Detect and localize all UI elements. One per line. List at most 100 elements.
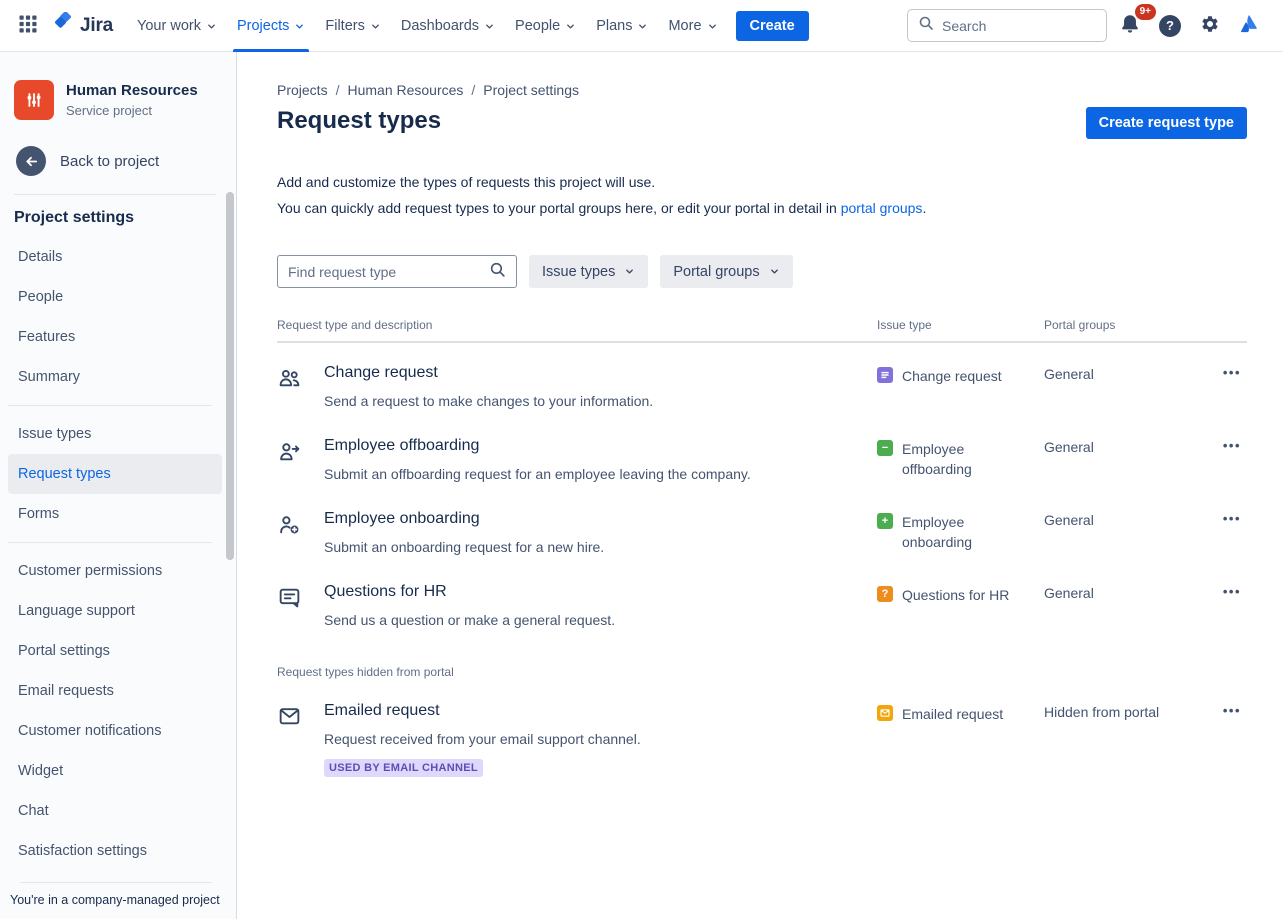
sidebar-item-language-support[interactable]: Language support [8, 591, 222, 631]
nav-item-people[interactable]: People [505, 0, 586, 52]
column-request-type: Request type and description [277, 318, 877, 332]
sidebar-item-request-types[interactable]: Request types [8, 454, 222, 494]
sidebar-item-satisfaction-settings[interactable]: Satisfaction settings [8, 831, 222, 871]
back-to-project[interactable]: Back to project [16, 146, 226, 176]
sidebar-item-people[interactable]: People [8, 277, 222, 317]
issue-type-label: Change request [902, 366, 1002, 386]
project-header[interactable]: Human Resources Service project [14, 80, 226, 120]
sidebar-item-customer-permissions[interactable]: Customer permissions [8, 551, 222, 591]
request-type-description: Submit an offboarding request for an emp… [324, 464, 877, 484]
sidebar-footer-divider [20, 882, 212, 883]
sidebar-divider [14, 194, 216, 195]
breadcrumb-project[interactable]: Human Resources [347, 82, 463, 98]
atlassian-button[interactable] [1233, 7, 1267, 44]
request-type-name[interactable]: Employee onboarding [324, 510, 480, 528]
envelope-icon [277, 702, 324, 734]
nav-item-dashboards[interactable]: Dashboards [391, 0, 505, 52]
question-issue-icon: ? [877, 586, 893, 602]
find-request-type-search[interactable] [277, 255, 517, 288]
sidebar: Human Resources Service project Back to … [0, 52, 237, 919]
breadcrumb: Projects / Human Resources / Project set… [277, 82, 1247, 98]
person-leave-icon [277, 437, 324, 469]
sidebar-item-summary[interactable]: Summary [8, 357, 222, 397]
gear-icon [1199, 13, 1221, 38]
portal-group-value: General [1044, 510, 1189, 528]
issue-type-label: Employee onboarding [902, 512, 1024, 552]
person-add-icon [277, 510, 324, 542]
help-button[interactable]: ? [1153, 9, 1187, 43]
portal-groups-link[interactable]: portal groups [841, 200, 923, 216]
search-icon [489, 261, 506, 283]
jira-logo-icon [52, 12, 74, 39]
sidebar-item-email-requests[interactable]: Email requests [8, 671, 222, 711]
request-type-description: Send us a question or make a general req… [324, 610, 877, 630]
breadcrumb-project-settings[interactable]: Project settings [483, 82, 579, 98]
project-avatar [14, 80, 54, 120]
request-type-name[interactable]: Change request [324, 364, 438, 382]
issue-type-cell: − Employee offboarding [877, 437, 1044, 479]
table-row: Employee onboarding Submit an onboarding… [277, 489, 1247, 562]
column-issue-type: Issue type [877, 318, 1044, 332]
portal-groups-filter[interactable]: Portal groups [660, 255, 792, 288]
question-bubble-icon [277, 583, 324, 615]
request-type-name[interactable]: Emailed request [324, 702, 440, 720]
notification-badge: 9+ [1135, 4, 1156, 20]
main-content: Projects / Human Resources / Project set… [237, 52, 1283, 919]
row-actions-button[interactable]: ••• [1217, 509, 1247, 528]
row-actions-button[interactable]: ••• [1217, 582, 1247, 601]
used-by-email-channel-badge: USED BY EMAIL CHANNEL [324, 759, 483, 777]
project-type: Service project [66, 103, 198, 118]
sidebar-section-title: Project settings [14, 209, 226, 227]
sidebar-item-forms[interactable]: Forms [8, 494, 222, 534]
row-actions-button[interactable]: ••• [1217, 363, 1247, 382]
nav-item-your-work[interactable]: Your work [127, 0, 227, 52]
people-group-icon [277, 364, 324, 396]
request-type-name[interactable]: Employee offboarding [324, 437, 479, 455]
find-request-type-input[interactable] [288, 264, 489, 280]
nav-item-filters[interactable]: Filters [315, 0, 390, 52]
create-button[interactable]: Create [736, 11, 809, 41]
sidebar-scrollbar[interactable] [226, 192, 234, 560]
project-name: Human Resources [66, 82, 198, 101]
nav-item-projects[interactable]: Projects [227, 0, 315, 52]
row-actions-button[interactable]: ••• [1217, 436, 1247, 455]
global-search[interactable] [907, 9, 1107, 42]
settings-button[interactable] [1193, 7, 1227, 44]
issue-type-cell: + Employee onboarding [877, 510, 1044, 552]
table-row: Employee offboarding Submit an offboardi… [277, 416, 1247, 489]
sidebar-group-divider [8, 405, 212, 406]
issue-type-label: Employee offboarding [902, 439, 1024, 479]
sidebar-item-widget[interactable]: Widget [8, 751, 222, 791]
notifications-button[interactable]: 9+ [1113, 7, 1147, 44]
nav-item-plans[interactable]: Plans [586, 0, 658, 52]
change-request-issue-icon [877, 367, 893, 383]
issue-type-label: Questions for HR [902, 585, 1009, 605]
help-icon: ? [1159, 15, 1181, 37]
sidebar-item-issue-types[interactable]: Issue types [8, 414, 222, 454]
sidebar-item-portal-settings[interactable]: Portal settings [8, 631, 222, 671]
onboarding-issue-icon: + [877, 513, 893, 529]
row-actions-button[interactable]: ••• [1217, 701, 1247, 720]
global-search-input[interactable] [942, 18, 1096, 34]
page-title: Request types [277, 107, 441, 135]
portal-group-value: Hidden from portal [1044, 702, 1189, 720]
sidebar-item-customer-notifications[interactable]: Customer notifications [8, 711, 222, 751]
column-portal-groups: Portal groups [1044, 318, 1189, 332]
app-switcher-button[interactable] [12, 8, 44, 43]
page-description: Add and customize the types of requests … [277, 169, 1247, 221]
breadcrumb-projects[interactable]: Projects [277, 82, 328, 98]
portal-group-value: General [1044, 437, 1189, 455]
issue-types-filter[interactable]: Issue types [529, 255, 648, 288]
sidebar-item-details[interactable]: Details [8, 237, 222, 277]
email-issue-icon [877, 705, 893, 721]
table-row: Questions for HR Send us a question or m… [277, 562, 1247, 635]
search-icon [918, 15, 934, 36]
sidebar-item-features[interactable]: Features [8, 317, 222, 357]
jira-logo[interactable]: Jira [52, 12, 113, 39]
portal-group-value: General [1044, 583, 1189, 601]
request-type-name[interactable]: Questions for HR [324, 583, 447, 601]
create-request-type-button[interactable]: Create request type [1086, 107, 1247, 139]
sidebar-item-chat[interactable]: Chat [8, 791, 222, 831]
issue-type-cell: Emailed request [877, 702, 1044, 724]
nav-item-more[interactable]: More [658, 0, 727, 52]
